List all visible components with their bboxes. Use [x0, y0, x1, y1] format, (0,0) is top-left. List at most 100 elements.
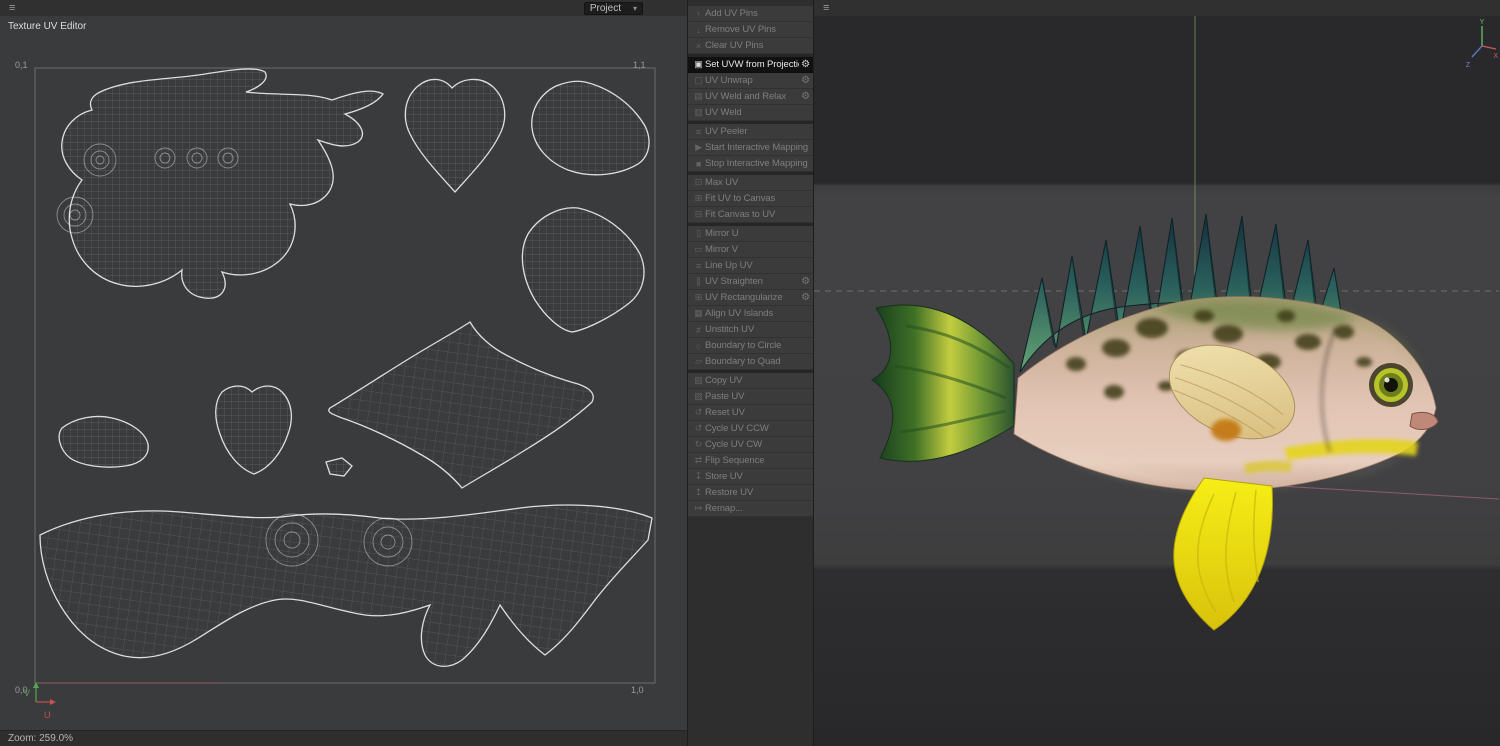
uv-command-start-interactive-mapping[interactable]: ▶ Start Interactive Mapping ⚙: [688, 140, 813, 156]
command-icon: ▢: [694, 75, 703, 85]
gear-icon[interactable]: ⚙: [799, 276, 810, 287]
command-icon: ▧: [694, 375, 703, 385]
uv-command-add-uv-pins[interactable]: ↑ Add UV Pins ⚙: [688, 6, 813, 22]
uv-command-align-uv-islands[interactable]: ▦ Align UV Islands ⚙: [688, 306, 813, 322]
gear-icon[interactable]: ⚙: [799, 59, 810, 70]
command-label: UV Weld and Relax: [705, 91, 787, 102]
command-label: UV Weld: [705, 107, 742, 118]
command-icon: ∥: [696, 276, 701, 286]
uv-commands-panel: ↑ Add UV Pins ⚙ ↓ Remove UV Pins ⚙ × Cle…: [688, 0, 814, 746]
command-label: Cycle UV CW: [705, 439, 762, 450]
orange-spot: [1211, 419, 1241, 441]
uv-command-remove-uv-pins[interactable]: ↓ Remove UV Pins ⚙: [688, 22, 813, 38]
command-label: Flip Sequence: [705, 455, 765, 466]
uv-command-uv-peeler[interactable]: ≡ UV Peeler ⚙: [688, 124, 813, 140]
command-label: Fit Canvas to UV: [705, 209, 776, 220]
v-axis-label: V: [24, 688, 31, 698]
uv-canvas[interactable]: Texture UV Editor 0,1 1,1 0,0 1,0 U V: [0, 16, 687, 730]
uv-command-uv-rectangularize[interactable]: ⊞ UV Rectangularize ⚙: [688, 290, 813, 306]
uv-command-cycle-uv-ccw[interactable]: ↺ Cycle UV CCW ⚙: [688, 421, 813, 437]
uv-command-reset-uv[interactable]: ↺ Reset UV ⚙: [688, 405, 813, 421]
command-icon: ≡: [695, 260, 702, 271]
zoom-status: Zoom: 259.0%: [8, 733, 74, 744]
uv-command-flip-sequence[interactable]: ⇄ Flip Sequence ⚙: [688, 453, 813, 469]
command-icon: ▥: [694, 107, 703, 117]
u-axis-label: U: [44, 710, 51, 720]
uv-command-store-uv[interactable]: ↧ Store UV ⚙: [688, 469, 813, 485]
gear-icon[interactable]: ⚙: [799, 292, 810, 303]
uv-command-fit-uv-to-canvas[interactable]: ⊞ Fit UV to Canvas ⚙: [688, 191, 813, 207]
gear-icon[interactable]: ⚙: [799, 91, 810, 102]
gear-icon[interactable]: ⚙: [799, 75, 810, 86]
uv-island: [58, 415, 149, 468]
command-label: Reset UV: [705, 407, 745, 418]
axis-gizmo: Y X Z: [1466, 19, 1498, 69]
command-label: Add UV Pins: [705, 8, 758, 19]
uv-command-boundary-to-circle[interactable]: ○ Boundary to Circle ⚙: [688, 338, 813, 354]
uv-command-uv-weld-and-relax[interactable]: ▤ UV Weld and Relax ⚙: [688, 89, 813, 105]
gizmo-x-label: X: [1493, 53, 1498, 60]
viewport-3d[interactable]: Y X Z: [814, 16, 1500, 746]
command-label: Mirror U: [705, 228, 739, 239]
uv-command-line-up-uv[interactable]: ≡ Line Up UV ⚙: [688, 258, 813, 274]
uv-islands[interactable]: [39, 68, 653, 667]
pelvic-fin: [1173, 477, 1273, 631]
uv-command-uv-unwrap[interactable]: ▢ UV Unwrap ⚙: [688, 73, 813, 89]
command-icon: ↧: [694, 471, 703, 481]
command-label: Unstitch UV: [705, 324, 755, 335]
command-label: Fit UV to Canvas: [705, 193, 776, 204]
chevron-down-icon: ▾: [632, 3, 637, 13]
uv-corner-label-01: 0,1: [15, 60, 28, 70]
project-select-value: Project: [589, 2, 621, 14]
uv-command-cycle-uv-cw[interactable]: ↻ Cycle UV CW ⚙: [688, 437, 813, 453]
uv-command-boundary-to-quad[interactable]: ▱ Boundary to Quad ⚙: [688, 354, 813, 370]
fish-model[interactable]: [871, 213, 1439, 631]
command-label: Mirror V: [705, 244, 738, 255]
uv-island: [531, 80, 650, 176]
uv-command-uv-weld[interactable]: ▥ UV Weld ⚙: [688, 105, 813, 121]
uv-command-copy-uv[interactable]: ▧ Copy UV ⚙: [688, 373, 813, 389]
command-label: Align UV Islands: [705, 308, 774, 319]
viewport-menubar: ≡: [814, 0, 1500, 16]
command-icon: ○: [695, 340, 702, 351]
command-icon: ↺: [694, 423, 703, 433]
command-label: Clear UV Pins: [705, 40, 764, 51]
command-icon: ≡: [695, 126, 702, 137]
gizmo-y-label: Y: [1480, 19, 1485, 26]
command-icon: ▦: [694, 308, 703, 318]
command-label: UV Rectangularize: [705, 292, 783, 303]
command-label: Stop Interactive Mapping: [705, 158, 808, 169]
uv-command-max-uv[interactable]: ⊡ Max UV ⚙: [688, 175, 813, 191]
uv-command-stop-interactive-mapping[interactable]: ■ Stop Interactive Mapping ⚙: [688, 156, 813, 172]
uv-command-remap[interactable]: ↦ Remap... ⚙: [688, 501, 813, 517]
perspective-viewport-panel: ≡ Y X Z: [814, 0, 1500, 746]
uv-corner-label-10: 1,0: [631, 685, 644, 695]
command-label: Cycle UV CCW: [705, 423, 769, 434]
uv-command-unstitch-uv[interactable]: ≠ Unstitch UV ⚙: [688, 322, 813, 338]
command-icon: ⊟: [694, 209, 703, 219]
gizmo-z-label: Z: [1466, 62, 1471, 69]
command-label: UV Peeler: [705, 126, 748, 137]
command-icon: ⊞: [694, 292, 703, 302]
uv-command-uv-straighten[interactable]: ∥ UV Straighten ⚙: [688, 274, 813, 290]
uv-command-set-uvw-from-projection[interactable]: ▣ Set UVW from Projection ⚙: [688, 57, 813, 73]
uv-command-restore-uv[interactable]: ↥ Restore UV ⚙: [688, 485, 813, 501]
panel-title: Texture UV Editor: [8, 21, 87, 32]
project-select[interactable]: Project ▾: [583, 1, 643, 15]
command-icon: ⊡: [694, 177, 703, 187]
command-label: Remap...: [705, 503, 743, 514]
uv-command-paste-uv[interactable]: ▨ Paste UV ⚙: [688, 389, 813, 405]
command-icon: ≠: [696, 324, 701, 335]
command-icon: ↓: [696, 24, 701, 35]
uv-command-mirror-u[interactable]: ▯ Mirror U ⚙: [688, 226, 813, 242]
uv-command-clear-uv-pins[interactable]: × Clear UV Pins ⚙: [688, 38, 813, 54]
statusbar: Zoom: 259.0%: [0, 730, 687, 746]
hamburger-icon[interactable]: ≡: [818, 2, 834, 14]
hamburger-icon[interactable]: ≡: [4, 2, 20, 14]
uv-command-fit-canvas-to-uv[interactable]: ⊟ Fit Canvas to UV ⚙: [688, 207, 813, 223]
fish-eye: [1369, 363, 1413, 407]
uv-command-mirror-v[interactable]: ▭ Mirror V ⚙: [688, 242, 813, 258]
uv-islands-layer[interactable]: [0, 16, 687, 730]
command-icon: ↑: [696, 8, 701, 19]
uv-island: [61, 68, 384, 299]
